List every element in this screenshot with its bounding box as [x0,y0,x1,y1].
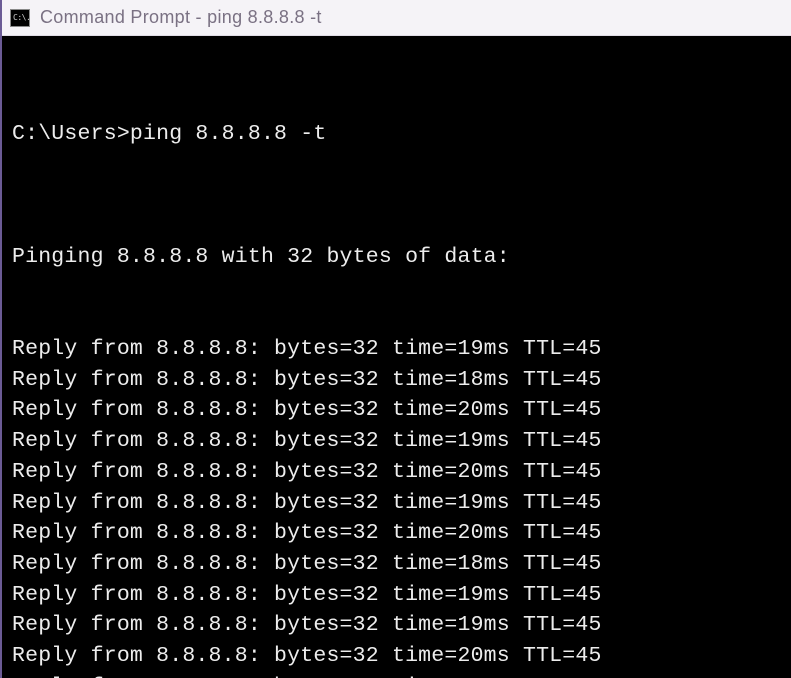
ping-reply-line: Reply from 8.8.8.8: bytes=32 time=20ms T… [12,641,781,672]
command-prompt-window: C:\. Command Prompt - ping 8.8.8.8 -t C:… [2,0,791,678]
ping-reply-line: Reply from 8.8.8.8: bytes=32 time=19ms T… [12,488,781,519]
ping-header: Pinging 8.8.8.8 with 32 bytes of data: [12,242,781,273]
ping-reply-line: Reply from 8.8.8.8: bytes=32 time=19ms T… [12,334,781,365]
window-title: Command Prompt - ping 8.8.8.8 -t [40,7,322,28]
ping-reply-line: Reply from 8.8.8.8: bytes=32 time=19ms T… [12,610,781,641]
ping-reply-line: Reply from 8.8.8.8: bytes=32 time=20ms T… [12,518,781,549]
ping-reply-line: Reply from 8.8.8.8: bytes=32 time=20ms T… [12,395,781,426]
cmd-icon: C:\. [10,9,30,27]
ping-replies: Reply from 8.8.8.8: bytes=32 time=19ms T… [12,334,781,678]
ping-reply-line: Reply from 8.8.8.8: bytes=32 time=18ms T… [12,549,781,580]
cmd-icon-text: C:\. [13,14,30,22]
ping-reply-line: Reply from 8.8.8.8: bytes=32 time=19ms T… [12,426,781,457]
ping-reply-line: Reply from 8.8.8.8: bytes=32 time=20ms T… [12,672,781,678]
ping-reply-line: Reply from 8.8.8.8: bytes=32 time=19ms T… [12,580,781,611]
titlebar[interactable]: C:\. Command Prompt - ping 8.8.8.8 -t [2,0,791,36]
entered-command: ping 8.8.8.8 -t [130,122,327,146]
prompt-line: C:\Users>ping 8.8.8.8 -t [12,119,781,150]
ping-reply-line: Reply from 8.8.8.8: bytes=32 time=18ms T… [12,365,781,396]
ping-reply-line: Reply from 8.8.8.8: bytes=32 time=20ms T… [12,457,781,488]
prompt-path: C:\Users> [12,122,130,146]
terminal-output[interactable]: C:\Users>ping 8.8.8.8 -t Pinging 8.8.8.8… [2,36,791,678]
